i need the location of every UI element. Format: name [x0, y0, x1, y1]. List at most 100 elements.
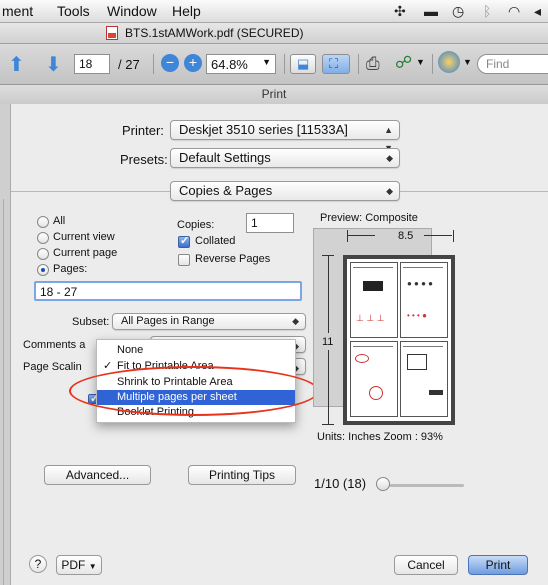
menu-item-tools[interactable]: Tools	[57, 3, 90, 19]
thumbnail-marks: • • • ●	[407, 311, 427, 320]
thumbnail-marks	[355, 354, 369, 363]
comments-label: Comments a	[23, 339, 86, 351]
preview-thumbnail	[400, 341, 448, 417]
zoom-field[interactable]: 64.8% ▼	[206, 54, 276, 74]
collated-checkbox[interactable]	[178, 234, 190, 248]
advanced-button[interactable]: Advanced...	[44, 465, 151, 485]
dimension-line	[328, 255, 329, 333]
printer-label: Printer:	[122, 123, 164, 138]
preview-page-counter: 1/10 (18)	[314, 476, 367, 491]
next-page-icon[interactable]: ⬇	[45, 52, 62, 77]
menu-item-none[interactable]: None	[97, 343, 295, 358]
time-machine-icon[interactable]: ◷	[452, 3, 464, 20]
menu-item-label: None	[117, 344, 144, 356]
range-current-view-radio[interactable]	[37, 232, 49, 244]
preview-thumbnail: ⊥ ⊥ ⊥	[350, 262, 398, 338]
section-value: Copies & Pages	[179, 183, 273, 198]
range-current-view-label: Current view	[53, 231, 115, 243]
thumbnail-graphic	[407, 354, 427, 370]
printer-popup[interactable]: Deskjet 3510 series [11533A] ▲▼	[170, 120, 400, 153]
thumbnail-graphic	[363, 281, 383, 291]
collated-label: Collated	[195, 235, 236, 247]
pdf-document-icon	[106, 26, 118, 40]
fit-width-button[interactable]: ⬓	[290, 54, 316, 74]
fit-width-icon: ⬓	[297, 56, 310, 71]
range-current-page-radio[interactable]	[37, 248, 49, 260]
zoom-out-icon[interactable]: −	[161, 54, 179, 72]
zoom-in-icon[interactable]: +	[184, 54, 202, 72]
printing-tips-button[interactable]: Printing Tips	[188, 465, 296, 485]
up-down-arrows-icon: ◆	[386, 186, 393, 196]
range-pages-radio[interactable]	[37, 264, 49, 276]
subset-value: All Pages in Range	[121, 315, 215, 327]
preview-slider-thumb[interactable]	[376, 477, 390, 491]
preview-thumbnail	[350, 341, 398, 417]
cancel-button[interactable]: Cancel	[394, 555, 458, 575]
display-icon[interactable]: ▬	[424, 3, 438, 19]
share-icon[interactable]: ☍	[395, 53, 412, 73]
chevron-down-icon: ▼	[88, 562, 97, 571]
dimension-line	[347, 235, 375, 236]
presets-value: Default Settings	[179, 150, 271, 165]
find-placeholder: Find	[486, 57, 510, 71]
dimension-line	[328, 350, 329, 424]
pages-input[interactable]: 18 - 27	[34, 281, 302, 301]
chevron-down-icon: ▼	[262, 57, 271, 67]
fit-page-icon: ⛶	[329, 56, 339, 71]
dimension-tick	[347, 230, 348, 242]
volume-icon[interactable]: ◂	[534, 3, 541, 20]
menu-item-help[interactable]: Help	[172, 3, 201, 19]
copies-input[interactable]: 1	[246, 213, 294, 233]
chevron-down-icon[interactable]: ▼	[463, 57, 472, 67]
pdf-label: PDF	[61, 558, 86, 572]
print-button[interactable]: Print	[468, 555, 528, 575]
section-popup[interactable]: Copies & Pages ◆	[170, 181, 400, 201]
range-pages-label: Pages:	[53, 263, 88, 275]
menu-item-window[interactable]: Window	[107, 3, 157, 19]
page-total: / 27	[118, 57, 140, 72]
thumbnail-marks: ⊥ ⊥ ⊥	[356, 313, 385, 323]
previous-page-icon[interactable]: ⬆	[8, 52, 25, 77]
width-dimension: 8.5	[398, 230, 414, 242]
range-all-radio[interactable]	[37, 216, 49, 228]
thumbnail-graphic	[429, 390, 443, 395]
printer-icon[interactable]: ⎙	[366, 54, 380, 74]
comment-balloon-icon[interactable]	[438, 51, 460, 73]
toolbar: ⬆ ⬇ 18 / 27 − + 64.8% ▼ ⬓ ⛶ ⎙ ☍ ▼ ▼ Find	[0, 44, 548, 85]
chevron-down-icon[interactable]: ▼	[416, 57, 425, 67]
presets-popup[interactable]: Default Settings ◆	[170, 148, 400, 168]
dimension-tick	[453, 230, 454, 242]
menu-bar: ment Tools Window Help ✣ ▬ ◷ ᛒ ◠ ◂	[0, 0, 548, 23]
toolbar-divider	[284, 54, 285, 74]
bluetooth-icon[interactable]: ᛒ	[483, 3, 491, 19]
annotation-ellipse	[69, 366, 319, 416]
printer-value: Deskjet 3510 series [11533A]	[179, 122, 348, 137]
range-all-label: All	[53, 215, 66, 227]
toolbar-divider	[153, 54, 154, 74]
preview-thumbnail: ● ● ● ● • • • ●	[400, 262, 448, 338]
help-button[interactable]: ?	[29, 555, 47, 573]
page-number-field[interactable]: 18	[74, 54, 110, 74]
preview-slider-track[interactable]	[380, 484, 464, 487]
subset-popup[interactable]: All Pages in Range ◆	[112, 313, 306, 330]
dropbox-icon[interactable]: ✣	[394, 3, 406, 20]
height-dimension: 11	[322, 336, 334, 348]
thumbnail-marks: ● ● ● ●	[407, 279, 433, 288]
print-dialog-title: Print	[0, 85, 548, 105]
zoom-value: 64.8%	[211, 57, 248, 72]
pdf-menu-button[interactable]: PDF ▼	[56, 555, 102, 575]
copies-label: Copies:	[177, 219, 215, 231]
reverse-pages-label: Reverse Pages	[195, 253, 271, 265]
toolbar-divider	[358, 54, 359, 74]
wifi-icon[interactable]: ◠	[508, 3, 520, 20]
toolbar-divider	[432, 54, 433, 74]
menu-item-document[interactable]: ment	[2, 3, 33, 19]
find-field[interactable]: Find	[477, 54, 548, 74]
document-background	[0, 104, 11, 585]
thumbnail-marks	[369, 386, 383, 400]
fit-page-button[interactable]: ⛶	[322, 54, 350, 74]
reverse-pages-checkbox[interactable]	[178, 254, 190, 266]
dimension-tick	[322, 424, 334, 425]
dimension-line	[424, 235, 452, 236]
presets-label: Presets:	[120, 152, 168, 167]
